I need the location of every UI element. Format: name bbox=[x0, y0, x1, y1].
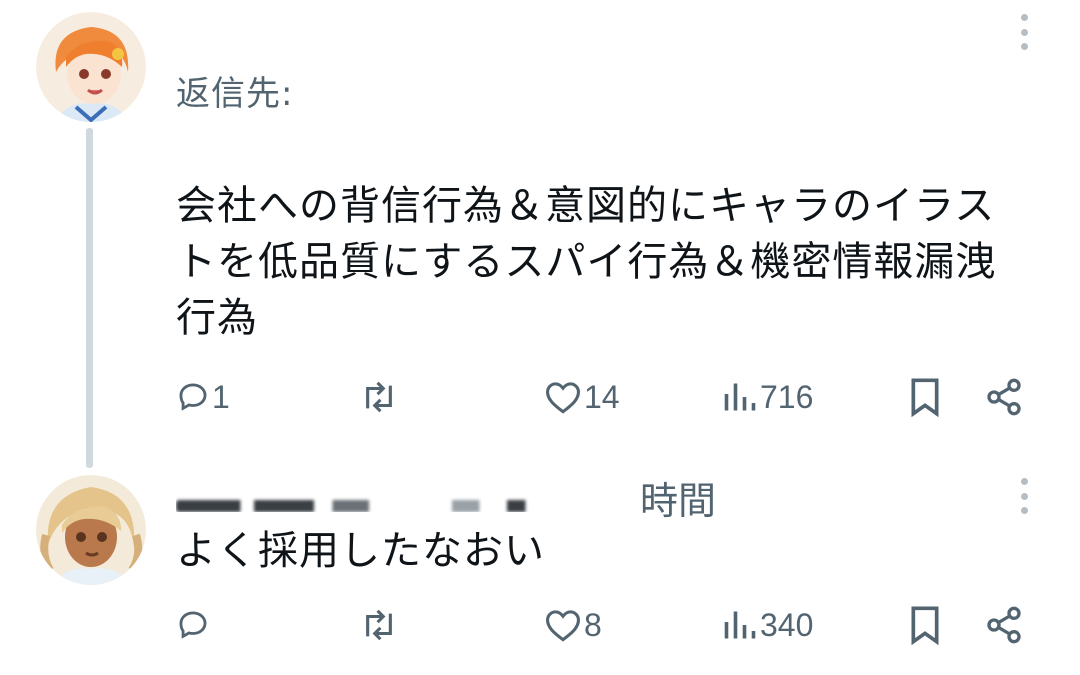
bookmark-icon bbox=[911, 606, 939, 645]
views-icon bbox=[724, 383, 756, 411]
retweet-icon bbox=[366, 381, 392, 413]
view-count: 340 bbox=[760, 606, 814, 643]
views-icon bbox=[724, 611, 756, 639]
avatar[interactable] bbox=[36, 475, 146, 585]
reply-button[interactable]: 1 bbox=[176, 372, 230, 422]
tweet-actions: 8 340 bbox=[176, 600, 1026, 650]
like-count: 8 bbox=[584, 606, 602, 643]
bookmark-button[interactable] bbox=[908, 600, 942, 650]
reply-icon bbox=[179, 383, 207, 411]
more-options-icon[interactable] bbox=[1017, 14, 1031, 50]
bookmark-button[interactable] bbox=[908, 372, 942, 422]
view-count: 716 bbox=[760, 378, 814, 415]
views-button[interactable]: 340 bbox=[722, 600, 813, 650]
reply-button[interactable] bbox=[176, 600, 212, 650]
views-button[interactable]: 716 bbox=[722, 372, 813, 422]
share-icon bbox=[987, 378, 1021, 416]
share-button[interactable] bbox=[984, 600, 1024, 650]
reply-icon bbox=[179, 611, 207, 639]
share-button[interactable] bbox=[984, 372, 1024, 422]
retweet-icon bbox=[366, 609, 392, 641]
reply-to-label: 返信先: bbox=[176, 74, 294, 114]
tweet-actions: 1 14 716 bbox=[176, 372, 1026, 422]
retweet-button[interactable] bbox=[358, 372, 402, 422]
retweet-button[interactable] bbox=[358, 600, 402, 650]
reply-count: 1 bbox=[212, 378, 230, 415]
bookmark-icon bbox=[911, 378, 939, 417]
redacted-user-name bbox=[176, 470, 646, 512]
share-icon bbox=[987, 606, 1021, 644]
heart-icon bbox=[545, 610, 581, 642]
more-options-icon[interactable] bbox=[1017, 478, 1031, 514]
heart-icon bbox=[545, 382, 581, 414]
tweet-text: よく採用したなおい bbox=[176, 528, 545, 574]
avatar[interactable] bbox=[36, 12, 146, 122]
tweet-time: 時間 bbox=[640, 479, 717, 523]
tweet-text: 会社への背信行為＆意図的にキャラのイラストを低品質にするスパイ行為＆機密情報漏洩… bbox=[176, 183, 997, 341]
like-button[interactable]: 8 bbox=[544, 600, 602, 650]
thread-connector-line bbox=[86, 128, 93, 468]
like-button[interactable]: 14 bbox=[544, 372, 620, 422]
like-count: 14 bbox=[584, 378, 620, 415]
